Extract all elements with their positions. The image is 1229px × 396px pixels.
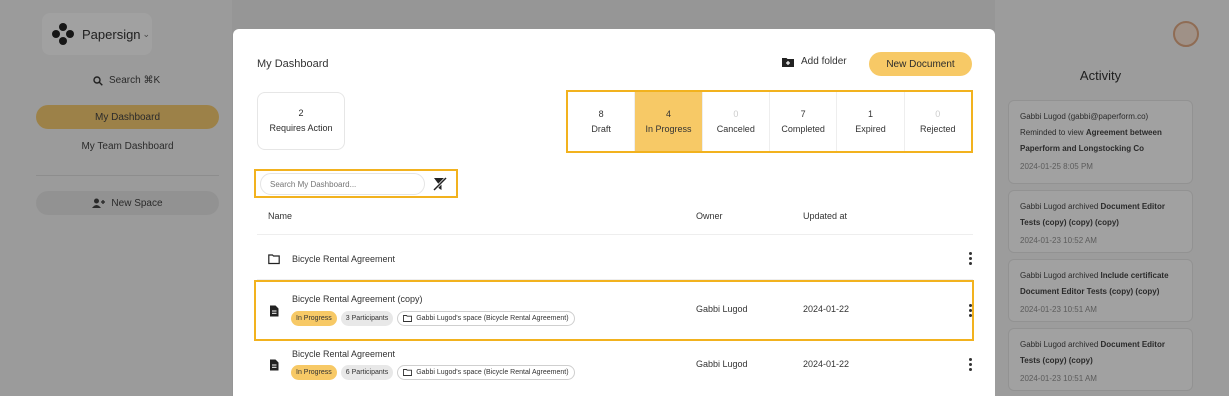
folder-plus-icon xyxy=(782,57,794,67)
status-filter-group: 8 Draft 4 In Progress 0 Canceled 7 Completed… xyxy=(566,90,973,153)
add-folder-label: Add folder xyxy=(801,56,847,67)
search-area xyxy=(254,169,458,198)
row-name: Bicycle Rental Agreement xyxy=(292,349,396,359)
column-header-updated[interactable]: Updated at xyxy=(803,211,847,221)
clear-filter-icon[interactable] xyxy=(432,176,448,192)
requires-action-card[interactable]: 2 Requires Action xyxy=(257,92,345,150)
add-folder-button[interactable]: Add folder xyxy=(782,56,847,67)
status-filter-expired[interactable]: 1 Expired xyxy=(837,92,905,151)
row-highlight xyxy=(254,280,974,341)
requires-action-label: Requires Action xyxy=(269,123,333,133)
more-options-icon[interactable] xyxy=(969,252,973,267)
row-name: Bicycle Rental Agreement xyxy=(292,254,396,264)
column-header-name[interactable]: Name xyxy=(268,211,292,221)
participants-badge: 6 Participants xyxy=(340,365,394,380)
column-header-owner[interactable]: Owner xyxy=(696,211,723,221)
row-updated: 2024-01-22 xyxy=(803,359,850,369)
space-badge: Gabbi Lugod's space (Bicycle Rental Agre… xyxy=(397,365,575,380)
status-filter-rejected[interactable]: 0 Rejected xyxy=(905,92,971,151)
status-badge: In Progress xyxy=(291,365,337,380)
table-row[interactable]: Bicycle Rental Agreement In Progress 6 P… xyxy=(257,342,973,396)
status-filter-draft[interactable]: 8 Draft xyxy=(568,92,636,151)
dashboard-modal: My Dashboard Add folder New Document 2 R… xyxy=(233,29,995,396)
more-options-icon[interactable] xyxy=(969,358,973,373)
requires-action-count: 2 xyxy=(298,108,304,118)
page-title: My Dashboard xyxy=(257,58,329,70)
row-owner: Gabbi Lugod xyxy=(696,359,748,369)
status-filter-completed[interactable]: 7 Completed xyxy=(770,92,838,151)
folder-icon xyxy=(403,369,413,376)
row-tags: In Progress 6 Participants Gabbi Lugod's… xyxy=(291,365,575,380)
status-filter-in-progress[interactable]: 4 In Progress xyxy=(635,92,703,151)
new-document-button[interactable]: New Document xyxy=(869,52,972,76)
table-row[interactable]: Bicycle Rental Agreement xyxy=(257,235,973,279)
status-filter-canceled[interactable]: 0 Canceled xyxy=(703,92,770,151)
search-input[interactable] xyxy=(260,173,425,195)
folder-icon xyxy=(268,254,280,265)
document-icon xyxy=(270,359,279,371)
